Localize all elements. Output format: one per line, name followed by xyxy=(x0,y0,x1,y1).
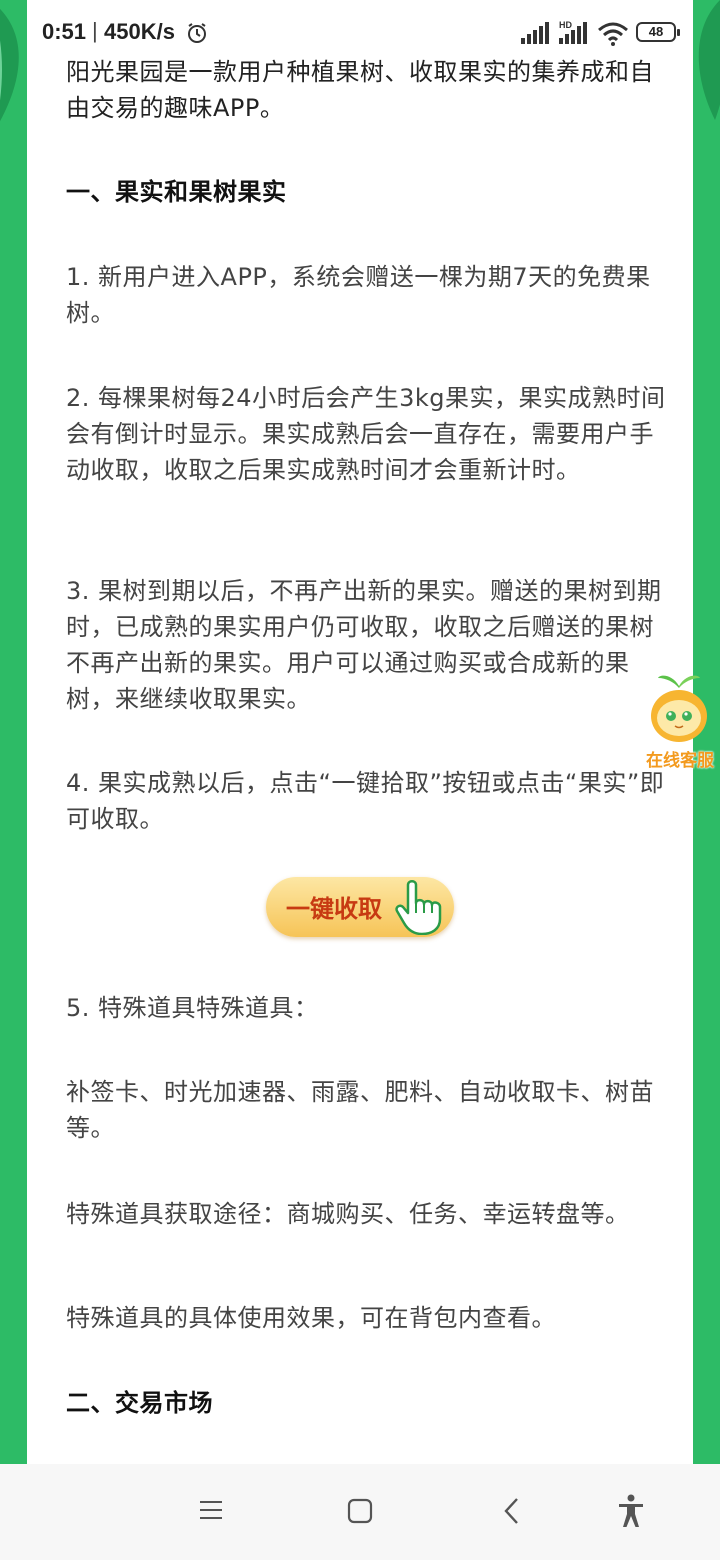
rule-paragraph-2: 2. 每棵果树每24小时后会产生3kg果实，果实成熟时间会有倒计时显示。果实成熟… xyxy=(66,384,666,484)
customer-service-label: 在线客服 xyxy=(646,751,714,771)
items-list-paragraph: 补签卡、时光加速器、雨露、肥料、自动收取卡、树苗等。 xyxy=(66,1078,654,1142)
section-title-market: 二、交易市场 xyxy=(66,1389,213,1417)
home-square-icon[interactable] xyxy=(347,1498,373,1524)
section-title-fruit: 一、果实和果树果实 xyxy=(66,178,287,206)
intro-paragraph: 阳光果园是一款用户种植果树、收取果实的集养成和自由交易的趣味APP。 xyxy=(66,58,654,122)
status-separator: | xyxy=(92,18,98,43)
battery-indicator: 48 xyxy=(636,22,680,42)
rule-paragraph-1: 1. 新用户进入APP，系统会赠送一棵为期7天的免费果树。 xyxy=(66,263,651,327)
signal-hd-icon: HD xyxy=(559,20,587,44)
signal-icon xyxy=(521,22,549,44)
one-click-collect-button[interactable]: 一键收取 xyxy=(266,877,454,937)
wifi-icon xyxy=(598,22,628,46)
system-navigation-bar xyxy=(0,1464,720,1560)
menu-icon[interactable] xyxy=(199,1498,223,1522)
hand-pointer-icon xyxy=(395,880,442,935)
items-source-paragraph: 特殊道具获取途径：商城购买、任务、幸运转盘等。 xyxy=(66,1200,630,1228)
collect-button-label: 一键收取 xyxy=(286,895,382,923)
back-chevron-icon[interactable] xyxy=(501,1496,523,1526)
network-speed: 450K/s xyxy=(104,19,175,44)
alarm-icon xyxy=(188,23,206,43)
rule-paragraph-5: 5. 特殊道具特殊道具： xyxy=(66,994,319,1022)
fruit-mascot-icon xyxy=(651,675,707,742)
rule-paragraph-4: 4. 果实成熟以后，点击“一键拾取”按钮或点击“果实”即可收取。 xyxy=(66,769,665,833)
hd-badge-text: HD xyxy=(559,20,572,30)
rule-paragraph-3: 3. 果树到期以后，不再产出新的果实。赠送的果树到期时，已成熟的果实用户仍可收取… xyxy=(66,577,662,713)
items-usage-paragraph: 特殊道具的具体使用效果，可在背包内查看。 xyxy=(66,1304,556,1332)
status-time: 0:51 xyxy=(42,19,87,44)
accessibility-icon[interactable] xyxy=(617,1494,645,1528)
online-customer-service[interactable]: 在线客服 xyxy=(640,672,720,774)
article-card xyxy=(27,0,693,1464)
